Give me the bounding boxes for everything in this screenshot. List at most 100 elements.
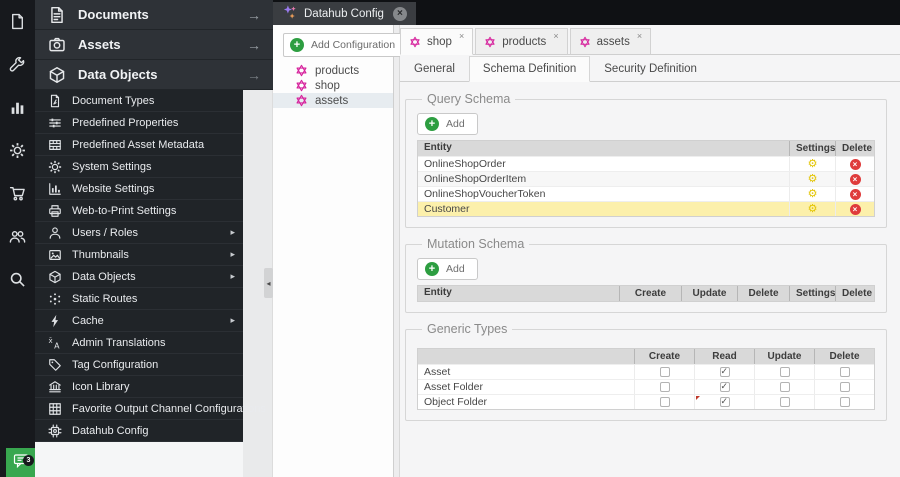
column-header-delete2[interactable]: Delete xyxy=(835,286,874,301)
column-header-create[interactable]: Create xyxy=(634,349,694,364)
read-checkbox[interactable] xyxy=(719,396,730,407)
sidebar-item-label: Predefined Asset Metadata xyxy=(72,138,205,151)
sidebar-item-tag-configuration[interactable]: Tag Configuration xyxy=(35,354,243,376)
sidebar-item-thumbnails[interactable]: Thumbnails ▸ xyxy=(35,244,243,266)
tab-shop[interactable]: shop × xyxy=(400,28,474,55)
generic-types-legend: Generic Types xyxy=(427,322,508,336)
ecommerce-cart-icon[interactable] xyxy=(0,172,35,215)
reports-icon[interactable] xyxy=(0,86,35,129)
add-configuration-split-button: + Add Configuration ▾ xyxy=(283,33,408,57)
table-row-selected[interactable]: Customer ⚙ × xyxy=(418,201,874,216)
table-row[interactable]: Object Folder xyxy=(418,394,874,409)
table-row[interactable]: OnlineShopOrder ⚙ × xyxy=(418,156,874,171)
entity-cell: OnlineShopOrder xyxy=(424,158,506,170)
tree-item-products[interactable]: products xyxy=(273,63,393,78)
column-header-create[interactable]: Create xyxy=(619,286,681,301)
close-icon[interactable]: × xyxy=(459,31,464,41)
mutation-schema-add-button[interactable]: + Add xyxy=(417,258,478,280)
hexstar-icon xyxy=(295,79,308,92)
settings-icon[interactable] xyxy=(0,129,35,172)
menu-section-documents[interactable]: Documents → xyxy=(35,0,273,30)
close-icon[interactable]: × xyxy=(392,6,407,21)
column-header-entity[interactable]: Entity xyxy=(418,141,789,156)
read-checkbox[interactable] xyxy=(719,381,730,392)
close-icon[interactable]: × xyxy=(553,31,558,41)
sidebar-item-data-objects[interactable]: Data Objects ▸ xyxy=(35,266,243,288)
table-row[interactable]: Asset Folder xyxy=(418,379,874,394)
update-checkbox[interactable] xyxy=(779,382,790,392)
delete-icon[interactable]: × xyxy=(849,188,861,200)
settings-gear-icon[interactable]: ⚙ xyxy=(808,203,818,215)
tree-item-shop[interactable]: shop xyxy=(273,78,393,93)
sidebar-item-document-types[interactable]: Document Types xyxy=(35,90,243,112)
add-configuration-label: Add Configuration xyxy=(311,39,396,51)
sidebar-item-datahub-config[interactable]: Datahub Config xyxy=(35,420,243,442)
settings-gear-icon[interactable]: ⚙ xyxy=(808,173,818,185)
table-row[interactable]: OnlineShopOrderItem ⚙ × xyxy=(418,171,874,186)
subtab-security-definition[interactable]: Security Definition xyxy=(590,56,711,82)
workspace-tab-datahub-config[interactable]: Datahub Config × xyxy=(273,2,416,25)
sidebar-item-label: Static Routes xyxy=(72,292,138,305)
sidebar-item-predefined-properties[interactable]: Predefined Properties xyxy=(35,112,243,134)
search-icon[interactable] xyxy=(0,258,35,301)
plus-icon: + xyxy=(425,117,439,131)
column-header-read[interactable]: Read xyxy=(694,349,754,364)
tree-item-assets[interactable]: assets xyxy=(273,93,393,108)
column-header-update[interactable]: Update xyxy=(681,286,737,301)
table-row[interactable]: Asset xyxy=(418,364,874,379)
create-checkbox[interactable] xyxy=(659,367,670,377)
column-header-delete[interactable]: Delete xyxy=(814,349,874,364)
settings-gear-icon[interactable]: ⚙ xyxy=(808,188,818,200)
create-checkbox[interactable] xyxy=(659,397,670,407)
tab-assets[interactable]: assets × xyxy=(569,28,652,55)
tools-icon[interactable] xyxy=(0,43,35,86)
delete-checkbox[interactable] xyxy=(839,382,850,392)
definition-subtabs: General Schema Definition Security Defin… xyxy=(400,55,900,82)
sidebar-item-web-to-print-settings[interactable]: Web-to-Print Settings xyxy=(35,200,243,222)
delete-icon[interactable]: × xyxy=(849,203,861,215)
users-icon[interactable] xyxy=(0,215,35,258)
subtab-schema-definition[interactable]: Schema Definition xyxy=(468,56,591,82)
sidebar-item-cache[interactable]: Cache ▸ xyxy=(35,310,243,332)
menu-section-assets[interactable]: Assets → xyxy=(35,30,273,60)
sidebar-item-static-routes[interactable]: Static Routes xyxy=(35,288,243,310)
notifications-button[interactable]: 3 xyxy=(6,448,35,477)
menu-section-data-objects[interactable]: Data Objects → xyxy=(35,60,273,90)
column-header-update[interactable]: Update xyxy=(754,349,814,364)
sidebar-item-predefined-asset-metadata[interactable]: Predefined Asset Metadata xyxy=(35,134,243,156)
sidebar-item-website-settings[interactable]: Website Settings xyxy=(35,178,243,200)
translate-icon: x̄ A xyxy=(47,335,62,350)
sidebar-item-label: Icon Library xyxy=(72,380,130,393)
sidebar-item-users-roles[interactable]: Users / Roles ▸ xyxy=(35,222,243,244)
delete-icon[interactable]: × xyxy=(849,173,861,185)
create-checkbox[interactable] xyxy=(659,382,670,392)
documents-icon[interactable] xyxy=(0,0,35,43)
delete-icon[interactable]: × xyxy=(849,158,861,170)
delete-checkbox[interactable] xyxy=(839,397,850,407)
delete-checkbox[interactable] xyxy=(839,367,850,377)
settings-gear-icon[interactable]: ⚙ xyxy=(808,158,818,170)
update-checkbox[interactable] xyxy=(779,367,790,377)
tab-label: shop xyxy=(427,35,452,48)
column-header-entity[interactable]: Entity xyxy=(418,286,619,301)
column-header-settings[interactable]: Settings xyxy=(789,141,835,156)
column-header-blank xyxy=(418,349,634,364)
table-row[interactable]: OnlineShopVoucherToken ⚙ × xyxy=(418,186,874,201)
collapse-panel-handle[interactable]: ◂ xyxy=(264,268,273,298)
tab-products[interactable]: products × xyxy=(475,28,568,55)
column-header-delete[interactable]: Delete xyxy=(737,286,789,301)
read-checkbox[interactable] xyxy=(719,366,730,377)
column-header-settings[interactable]: Settings xyxy=(789,286,835,301)
sidebar-item-label: Users / Roles xyxy=(72,226,139,239)
sidebar-item-favorite-output-channel-configurations[interactable]: Favorite Output Channel Configurations xyxy=(35,398,266,420)
query-schema-add-button[interactable]: + Add xyxy=(417,113,478,135)
subtab-general[interactable]: General xyxy=(400,56,469,82)
add-configuration-button[interactable]: + Add Configuration xyxy=(283,33,403,57)
sidebar-item-icon-library[interactable]: Icon Library xyxy=(35,376,243,398)
sidebar-item-admin-translations[interactable]: x̄ A Admin Translations xyxy=(35,332,243,354)
mutation-schema-legend: Mutation Schema xyxy=(427,237,525,251)
column-header-delete[interactable]: Delete xyxy=(835,141,874,156)
sidebar-item-system-settings[interactable]: System Settings xyxy=(35,156,243,178)
close-icon[interactable]: × xyxy=(637,31,642,41)
update-checkbox[interactable] xyxy=(779,397,790,407)
